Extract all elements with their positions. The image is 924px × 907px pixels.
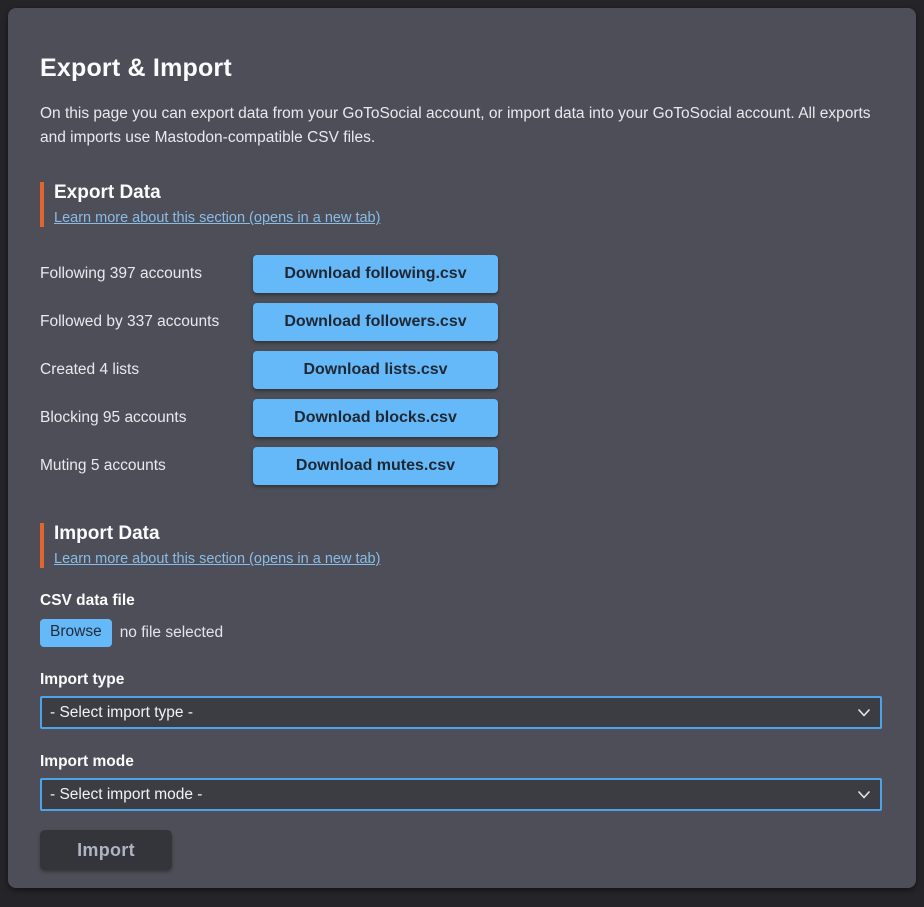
csv-file-label: CSV data file: [40, 592, 882, 610]
import-section-header: Import Data Learn more about this sectio…: [40, 523, 882, 568]
download-followers-button[interactable]: Download followers.csv: [253, 303, 498, 341]
export-section-title: Export Data: [54, 182, 882, 204]
export-rows: Following 397 accounts Download followin…: [40, 255, 882, 485]
download-blocks-button[interactable]: Download blocks.csv: [253, 399, 498, 437]
import-type-label: Import type: [40, 671, 882, 689]
export-row-label: Created 4 lists: [40, 361, 253, 379]
settings-panel: Export & Import On this page you can exp…: [8, 8, 916, 888]
csv-file-input: Browse no file selected: [40, 619, 882, 647]
import-type-select[interactable]: - Select import type -: [40, 696, 882, 729]
export-row-followers: Followed by 337 accounts Download follow…: [40, 303, 882, 341]
export-learn-more-link[interactable]: Learn more about this section (opens in …: [54, 210, 380, 226]
import-submit-button[interactable]: Import: [40, 830, 172, 870]
import-learn-more-link[interactable]: Learn more about this section (opens in …: [54, 551, 380, 567]
import-section-title: Import Data: [54, 523, 882, 545]
export-row-label: Blocking 95 accounts: [40, 409, 253, 427]
file-status-text: no file selected: [120, 624, 223, 642]
export-row-following: Following 397 accounts Download followin…: [40, 255, 882, 293]
export-section-header: Export Data Learn more about this sectio…: [40, 182, 882, 227]
export-row-label: Followed by 337 accounts: [40, 313, 253, 331]
export-row-label: Muting 5 accounts: [40, 457, 253, 475]
import-mode-select-wrap: - Select import mode -: [40, 778, 882, 811]
page-title: Export & Import: [40, 54, 882, 83]
export-row-blocks: Blocking 95 accounts Download blocks.csv: [40, 399, 882, 437]
import-mode-label: Import mode: [40, 753, 882, 771]
browse-button[interactable]: Browse: [40, 619, 112, 647]
export-row-label: Following 397 accounts: [40, 265, 253, 283]
import-type-select-wrap: - Select import type -: [40, 696, 882, 729]
download-lists-button[interactable]: Download lists.csv: [253, 351, 498, 389]
export-row-mutes: Muting 5 accounts Download mutes.csv: [40, 447, 882, 485]
download-following-button[interactable]: Download following.csv: [253, 255, 498, 293]
download-mutes-button[interactable]: Download mutes.csv: [253, 447, 498, 485]
export-row-lists: Created 4 lists Download lists.csv: [40, 351, 882, 389]
import-mode-select[interactable]: - Select import mode -: [40, 778, 882, 811]
page-description: On this page you can export data from yo…: [40, 102, 882, 150]
